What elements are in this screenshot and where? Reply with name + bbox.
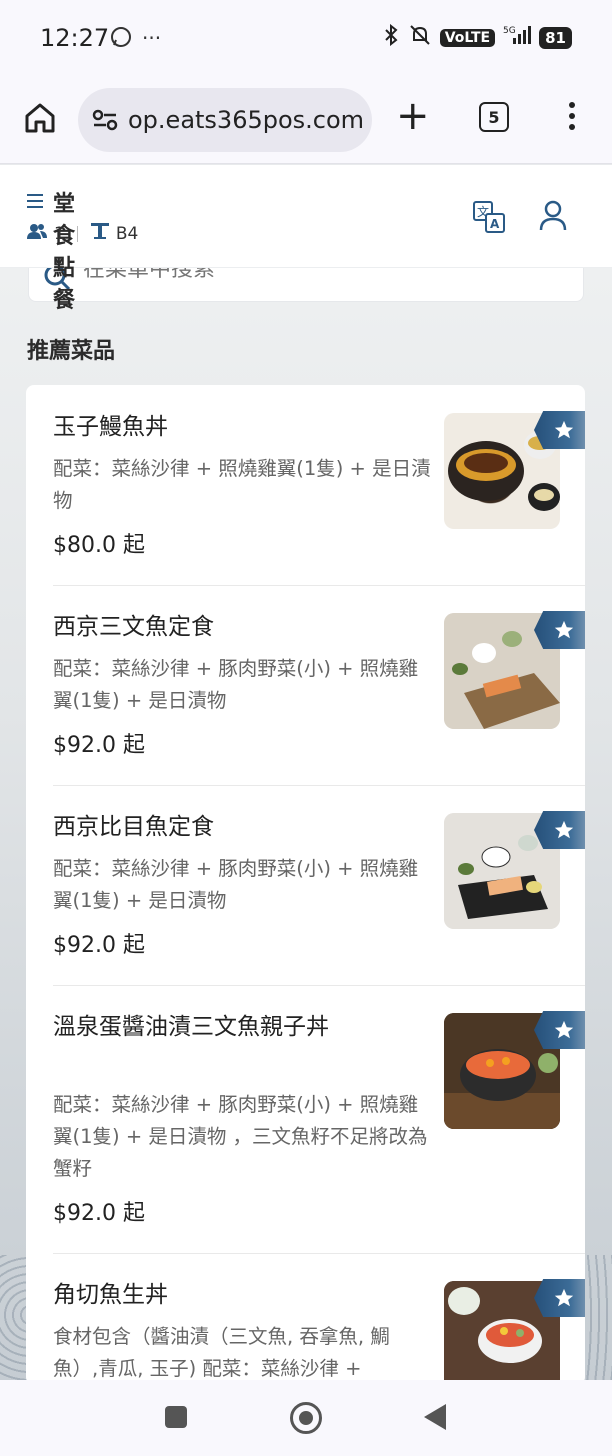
item-name: 溫泉蛋醬油漬三文魚親子丼	[53, 1014, 329, 1040]
hamburger-menu-icon[interactable]	[26, 192, 44, 214]
section-title: 推薦菜品	[27, 339, 116, 364]
language-button[interactable]: 文A	[472, 200, 506, 234]
bluetooth-icon	[382, 23, 400, 51]
item-description: 配菜：菜絲沙律 + 豚肉野菜(小) + 照燒雞翼(1隻) + 是日漬物	[53, 857, 419, 912]
item-price: $92.0 起	[53, 733, 145, 758]
recommended-star-badge	[534, 1279, 585, 1317]
page-title[interactable]: 堂食點餐	[53, 186, 75, 314]
item-price: $80.0 起	[53, 533, 145, 558]
status-bar: 12:27 ··· VoLTE 5G 81	[0, 0, 612, 78]
recommended-list: 玉子鰻魚丼 配菜：菜絲沙律 + 照燒雞翼(1隻) + 是日漬物 $80.0 起 …	[26, 385, 585, 1397]
recommended-star-badge	[534, 411, 585, 449]
network-label: 5G	[503, 26, 516, 36]
item-name: 角切魚生丼	[53, 1282, 168, 1308]
whatsapp-icon	[110, 26, 132, 53]
browser-toolbar: op.eats365pos.com + 5	[0, 78, 612, 164]
star-icon	[554, 620, 573, 639]
app-header	[0, 165, 612, 268]
system-nav-bar	[0, 1380, 612, 1456]
menu-item[interactable]: 角切魚生丼 食材包含（醬油漬（三文魚, 吞拿魚, 鯛魚）,青瓜, 玉子) 配菜：…	[26, 1253, 585, 1397]
more-notifications-icon: ···	[142, 26, 162, 50]
home-nav-button[interactable]	[290, 1402, 322, 1434]
account-button[interactable]	[538, 200, 568, 232]
star-icon	[554, 1288, 573, 1307]
url-text: op.eats365pos.com	[128, 106, 364, 134]
order-info: 1 B4	[26, 221, 138, 246]
item-name: 西京比目魚定食	[53, 814, 214, 840]
menu-item[interactable]: 溫泉蛋醬油漬三文魚親子丼 配菜：菜絲沙律 + 豚肉野菜(小) + 照燒雞翼(1隻…	[26, 985, 585, 1253]
recommended-star-badge	[534, 811, 585, 849]
new-tab-button[interactable]: +	[396, 96, 430, 136]
item-name: 玉子鰻魚丼	[53, 414, 168, 440]
home-icon	[25, 103, 55, 133]
tab-switcher-button[interactable]: 5	[479, 102, 509, 132]
menu-item[interactable]: 玉子鰻魚丼 配菜：菜絲沙律 + 照燒雞翼(1隻) + 是日漬物 $80.0 起	[26, 385, 585, 585]
status-time: 12:27	[40, 24, 110, 52]
battery-icon: 81	[539, 26, 572, 49]
menu-item[interactable]: 西京比目魚定食 配菜：菜絲沙律 + 豚肉野菜(小) + 照燒雞翼(1隻) + 是…	[26, 785, 585, 985]
recents-button[interactable]	[165, 1406, 187, 1428]
item-name: 西京三文魚定食	[53, 614, 214, 640]
site-settings-icon[interactable]	[92, 108, 118, 132]
svg-text:A: A	[490, 217, 500, 231]
guests-icon	[26, 223, 48, 244]
item-description: 食材包含（醬油漬（三文魚, 吞拿魚, 鯛魚）,青瓜, 玉子) 配菜：菜絲沙律 +	[53, 1325, 390, 1380]
mute-icon	[408, 24, 432, 51]
star-icon	[554, 420, 573, 439]
browser-menu-button[interactable]	[562, 100, 582, 134]
home-button[interactable]	[22, 100, 58, 136]
recommended-star-badge	[534, 611, 585, 649]
item-description: 配菜：菜絲沙律 + 豚肉野菜(小) + 照燒雞翼(1隻) + 是日漬物 ，三文魚…	[53, 1093, 428, 1180]
user-icon	[539, 200, 567, 231]
star-icon	[554, 820, 573, 839]
menu-item[interactable]: 西京三文魚定食 配菜：菜絲沙律 + 豚肉野菜(小) + 照燒雞翼(1隻) + 是…	[26, 585, 585, 785]
back-button[interactable]	[424, 1404, 446, 1430]
item-price: $92.0 起	[53, 1201, 145, 1226]
address-bar[interactable]: op.eats365pos.com	[78, 88, 372, 152]
volte-icon: VoLTE	[439, 28, 496, 47]
item-price: $92.0 起	[53, 933, 145, 958]
item-description: 配菜：菜絲沙律 + 豚肉野菜(小) + 照燒雞翼(1隻) + 是日漬物	[53, 657, 419, 712]
translate-icon: 文A	[473, 201, 505, 233]
star-icon	[554, 1020, 573, 1039]
recommended-star-badge	[534, 1011, 585, 1049]
item-description: 配菜：菜絲沙律 + 照燒雞翼(1隻) + 是日漬物	[53, 457, 431, 512]
guest-count: 1	[54, 223, 65, 244]
table-number: B4	[115, 223, 139, 244]
signal-icon: 5G	[503, 24, 532, 51]
table-icon	[90, 221, 110, 246]
